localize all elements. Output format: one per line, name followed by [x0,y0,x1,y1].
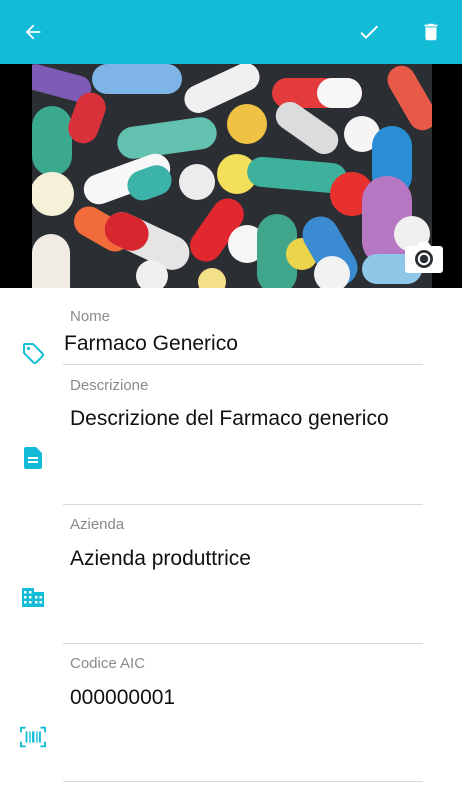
building-icon [20,584,46,610]
trash-icon [424,23,438,41]
azienda-label: Azienda [70,516,125,533]
pills-image [32,64,432,288]
nome-underline [63,364,423,365]
delete-button[interactable] [411,12,451,52]
nome-label: Nome [70,308,111,325]
tag-icon [20,340,46,366]
checkmark-icon [360,25,378,39]
save-button[interactable] [349,12,389,52]
codice-aic-underline [63,781,423,782]
azienda-underline [63,643,423,644]
medicine-photo [0,64,462,288]
descrizione-input[interactable]: Descrizione del Farmaco generico [70,407,389,431]
codice-aic-label: Codice AIC [70,655,146,672]
codice-aic-input[interactable]: 000000001 [70,686,175,710]
back-button[interactable] [13,12,53,52]
descrizione-underline [63,504,423,505]
camera-icon [405,242,443,273]
app-bar [0,0,462,64]
nome-input[interactable]: Farmaco Generico [64,332,238,356]
arrow-back-icon [25,24,41,40]
barcode-icon [20,724,46,750]
change-photo-button[interactable] [402,240,446,276]
document-icon [20,445,46,471]
azienda-input[interactable]: Azienda produttrice [70,547,251,571]
descrizione-label: Descrizione [70,377,149,394]
